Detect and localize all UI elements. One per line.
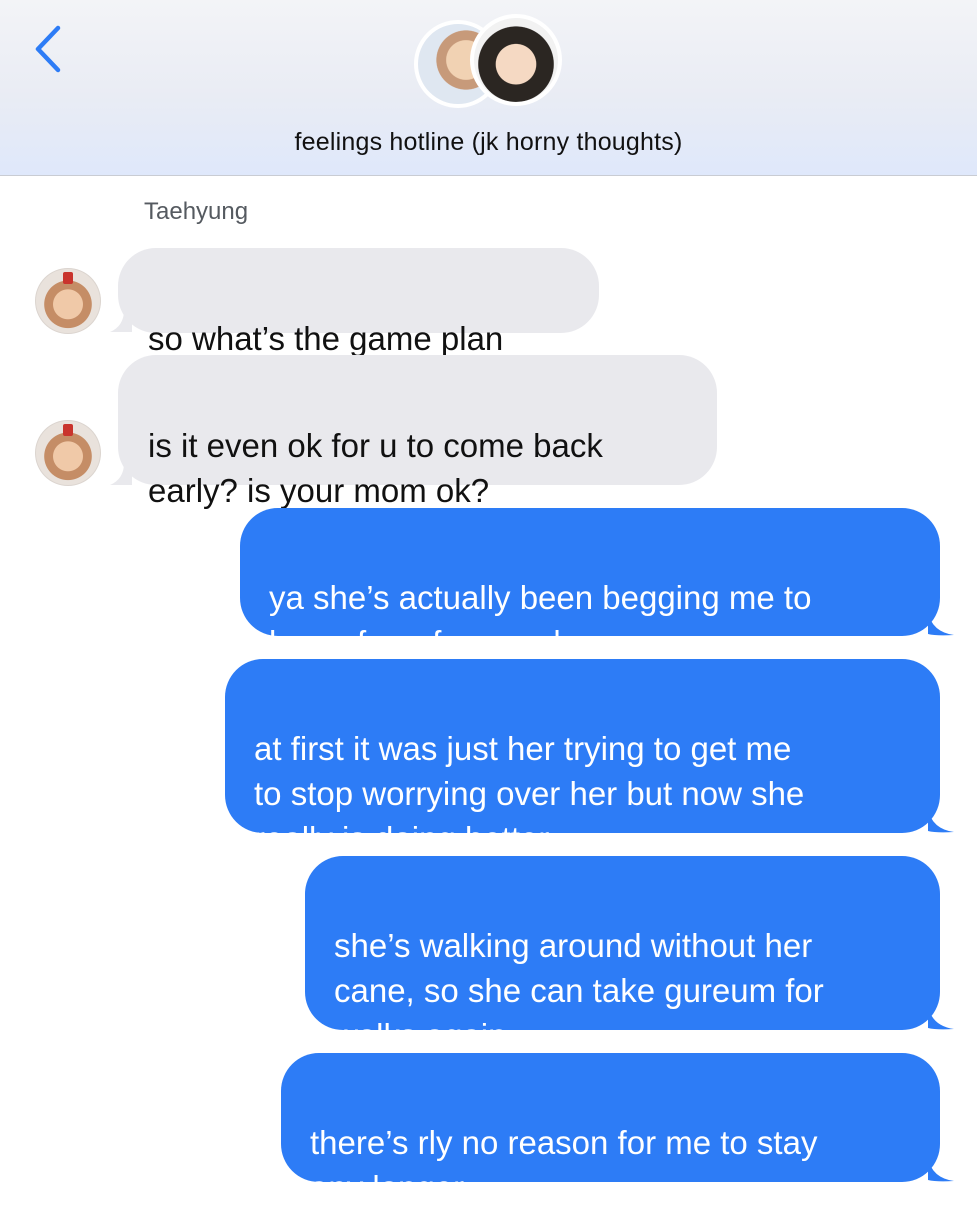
sender-name: Taehyung: [144, 198, 249, 225]
sender-avatar[interactable]: [35, 268, 101, 334]
back-button[interactable]: [28, 22, 72, 78]
message-bubble-outgoing[interactable]: there’s rly no reason for me to stay any…: [281, 1053, 940, 1206]
message-bubble-outgoing[interactable]: she’s walking around without her cane, s…: [305, 856, 940, 1054]
message-text: at first it was just her trying to get m…: [254, 730, 805, 857]
message-text: is it even ok for u to come back early? …: [148, 427, 603, 509]
message-text: so what’s the game plan: [148, 320, 504, 357]
message-text: ya she’s actually been begging me to lea…: [269, 579, 812, 661]
message-bubble-outgoing[interactable]: ya she’s actually been begging me to lea…: [240, 508, 940, 661]
avatar-detail: [63, 272, 73, 284]
group-title[interactable]: feelings hotline (jk horny thoughts): [0, 128, 977, 157]
message-text: she’s walking around without her cane, s…: [334, 927, 824, 1054]
message-bubble-outgoing[interactable]: at first it was just her trying to get m…: [225, 659, 940, 857]
chevron-left-icon: [35, 25, 61, 73]
member-avatar-front: [470, 14, 562, 106]
group-avatar[interactable]: [414, 14, 564, 116]
message-text: there’s rly no reason for me to stay any…: [310, 1124, 818, 1206]
chat-header: feelings hotline (jk horny thoughts): [0, 0, 977, 176]
message-bubble-incoming[interactable]: is it even ok for u to come back early? …: [118, 355, 717, 509]
sender-avatar[interactable]: [35, 420, 101, 486]
message-bubble-incoming[interactable]: so what’s the game plan: [118, 248, 599, 357]
avatar-detail: [63, 424, 73, 436]
